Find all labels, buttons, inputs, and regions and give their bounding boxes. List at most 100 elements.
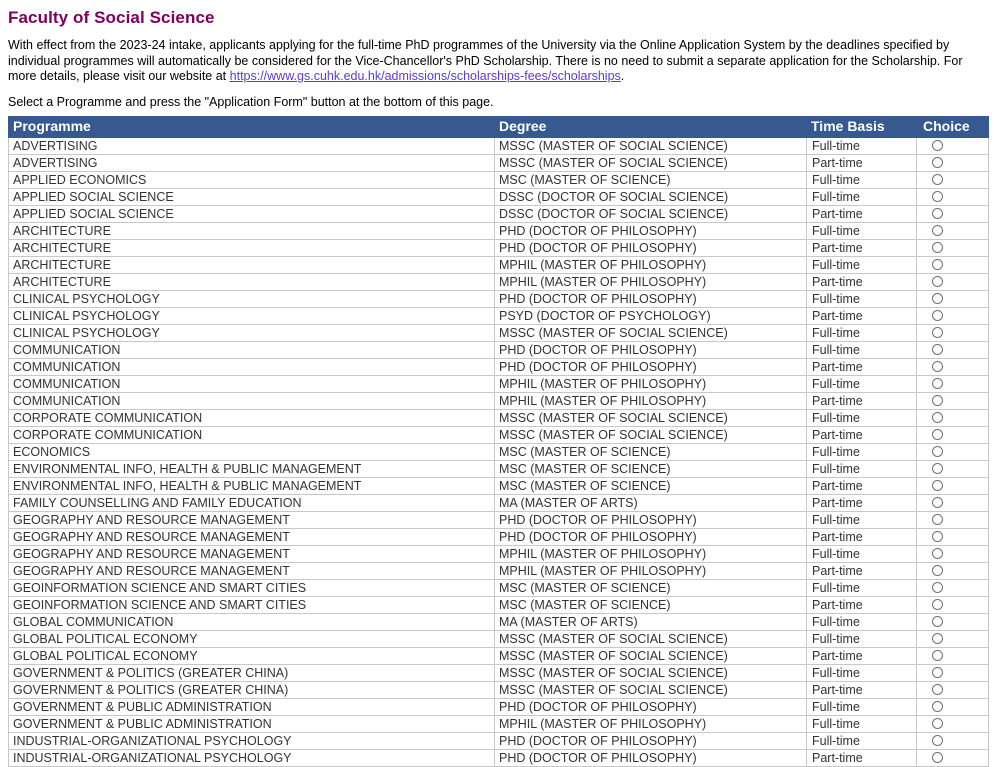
cell-choice bbox=[916, 528, 989, 547]
programme-radio-button[interactable] bbox=[932, 361, 943, 373]
cell-programme: ADVERTISING bbox=[8, 154, 495, 173]
cell-choice bbox=[916, 137, 989, 156]
cell-choice bbox=[916, 647, 989, 666]
cell-time-basis: Full-time bbox=[806, 460, 917, 479]
scholarships-link[interactable]: https://www.gs.cuhk.edu.hk/admissions/sc… bbox=[230, 69, 621, 83]
programme-radio-button[interactable] bbox=[932, 650, 943, 662]
programme-radio-button[interactable] bbox=[932, 140, 943, 152]
programme-radio-button[interactable] bbox=[932, 327, 943, 339]
programme-radio-button[interactable] bbox=[932, 174, 943, 186]
programme-radio-button[interactable] bbox=[932, 480, 943, 492]
programme-radio-button[interactable] bbox=[932, 735, 943, 747]
cell-choice bbox=[916, 698, 989, 717]
cell-choice bbox=[916, 256, 989, 275]
programme-radio-button[interactable] bbox=[932, 667, 943, 679]
programme-radio-button[interactable] bbox=[932, 242, 943, 254]
table-row: ENVIRONMENTAL INFO, HEALTH & PUBLIC MANA… bbox=[8, 477, 989, 496]
programme-radio-button[interactable] bbox=[932, 582, 943, 594]
programme-radio-button[interactable] bbox=[932, 684, 943, 696]
table-row: APPLIED SOCIAL SCIENCE DSSC (DOCTOR OF SO… bbox=[8, 205, 989, 224]
table-row: GOVERNMENT & POLITICS (GREATER CHINA) MSS… bbox=[8, 681, 989, 700]
programme-radio-button[interactable] bbox=[932, 599, 943, 611]
cell-degree: MPHIL (MASTER OF PHILOSOPHY) bbox=[494, 375, 807, 394]
cell-programme: ECONOMICS bbox=[8, 443, 495, 462]
cell-time-basis: Part-time bbox=[806, 426, 917, 445]
cell-time-basis: Part-time bbox=[806, 494, 917, 513]
cell-degree: MSC (MASTER OF SCIENCE) bbox=[494, 171, 807, 190]
table-row: CORPORATE COMMUNICATION MSSC (MASTER OF S… bbox=[8, 426, 989, 445]
cell-degree: MSC (MASTER OF SCIENCE) bbox=[494, 596, 807, 615]
cell-time-basis: Full-time bbox=[806, 222, 917, 241]
programme-radio-button[interactable] bbox=[932, 412, 943, 424]
cell-programme: ADVERTISING bbox=[8, 137, 495, 156]
table-row: GLOBAL POLITICAL ECONOMY MSSC (MASTER OF … bbox=[8, 630, 989, 649]
cell-time-basis: Full-time bbox=[806, 409, 917, 428]
programme-radio-button[interactable] bbox=[932, 259, 943, 271]
table-row: GEOINFORMATION SCIENCE AND SMART CITIES M… bbox=[8, 579, 989, 598]
programme-radio-button[interactable] bbox=[932, 157, 943, 169]
cell-degree: PSYD (DOCTOR OF PSYCHOLOGY) bbox=[494, 307, 807, 326]
cell-programme: GEOGRAPHY AND RESOURCE MANAGEMENT bbox=[8, 562, 495, 581]
programme-radio-button[interactable] bbox=[932, 752, 943, 764]
table-row: GEOINFORMATION SCIENCE AND SMART CITIES M… bbox=[8, 596, 989, 615]
cell-choice bbox=[916, 239, 989, 258]
cell-programme: APPLIED SOCIAL SCIENCE bbox=[8, 188, 495, 207]
cell-choice bbox=[916, 732, 989, 751]
programme-radio-button[interactable] bbox=[932, 191, 943, 203]
programme-radio-button[interactable] bbox=[932, 225, 943, 237]
cell-time-basis: Part-time bbox=[806, 154, 917, 173]
programme-radio-button[interactable] bbox=[932, 310, 943, 322]
cell-choice bbox=[916, 562, 989, 581]
programme-radio-button[interactable] bbox=[932, 378, 943, 390]
cell-programme: CORPORATE COMMUNICATION bbox=[8, 426, 495, 445]
cell-time-basis: Full-time bbox=[806, 545, 917, 564]
programme-radio-button[interactable] bbox=[932, 463, 943, 475]
cell-programme: GEOGRAPHY AND RESOURCE MANAGEMENT bbox=[8, 545, 495, 564]
programme-radio-button[interactable] bbox=[932, 429, 943, 441]
cell-time-basis: Full-time bbox=[806, 188, 917, 207]
cell-programme: GEOGRAPHY AND RESOURCE MANAGEMENT bbox=[8, 528, 495, 547]
cell-degree: MSSC (MASTER OF SOCIAL SCIENCE) bbox=[494, 664, 807, 683]
table-row: CLINICAL PSYCHOLOGY PHD (DOCTOR OF PHILOS… bbox=[8, 290, 989, 309]
cell-choice bbox=[916, 171, 989, 190]
programme-radio-button[interactable] bbox=[932, 446, 943, 458]
programme-radio-button[interactable] bbox=[932, 514, 943, 526]
programme-radio-button[interactable] bbox=[932, 395, 943, 407]
cell-time-basis: Part-time bbox=[806, 392, 917, 411]
programme-radio-button[interactable] bbox=[932, 497, 943, 509]
table-row: COMMUNICATION PHD (DOCTOR OF PHILOSOPHY) F… bbox=[8, 341, 989, 360]
cell-time-basis: Part-time bbox=[806, 596, 917, 615]
programme-radio-button[interactable] bbox=[932, 701, 943, 713]
cell-choice bbox=[916, 409, 989, 428]
cell-time-basis: Full-time bbox=[806, 290, 917, 309]
programme-radio-button[interactable] bbox=[932, 208, 943, 220]
cell-choice bbox=[916, 664, 989, 683]
cell-programme: GLOBAL COMMUNICATION bbox=[8, 613, 495, 632]
programme-radio-button[interactable] bbox=[932, 633, 943, 645]
cell-time-basis: Part-time bbox=[806, 477, 917, 496]
cell-programme: ARCHITECTURE bbox=[8, 222, 495, 241]
programme-radio-button[interactable] bbox=[932, 565, 943, 577]
cell-choice bbox=[916, 715, 989, 734]
page-container: Faculty of Social Science With effect fr… bbox=[0, 0, 994, 767]
programme-radio-button[interactable] bbox=[932, 293, 943, 305]
programme-radio-button[interactable] bbox=[932, 548, 943, 560]
programme-radio-button[interactable] bbox=[932, 718, 943, 730]
programme-radio-button[interactable] bbox=[932, 531, 943, 543]
cell-choice bbox=[916, 341, 989, 360]
cell-choice bbox=[916, 205, 989, 224]
table-row: CORPORATE COMMUNICATION MSSC (MASTER OF S… bbox=[8, 409, 989, 428]
table-row: COMMUNICATION MPHIL (MASTER OF PHILOSOPHY… bbox=[8, 375, 989, 394]
programme-radio-button[interactable] bbox=[932, 616, 943, 628]
cell-degree: MSC (MASTER OF SCIENCE) bbox=[494, 460, 807, 479]
cell-time-basis: Part-time bbox=[806, 528, 917, 547]
table-row: ARCHITECTURE MPHIL (MASTER OF PHILOSOPHY)… bbox=[8, 273, 989, 292]
table-row: GLOBAL POLITICAL ECONOMY MSSC (MASTER OF … bbox=[8, 647, 989, 666]
cell-choice bbox=[916, 494, 989, 513]
table-row: ARCHITECTURE MPHIL (MASTER OF PHILOSOPHY)… bbox=[8, 256, 989, 275]
cell-time-basis: Full-time bbox=[806, 511, 917, 530]
programme-radio-button[interactable] bbox=[932, 276, 943, 288]
programme-radio-button[interactable] bbox=[932, 344, 943, 356]
cell-choice bbox=[916, 358, 989, 377]
cell-degree: PHD (DOCTOR OF PHILOSOPHY) bbox=[494, 290, 807, 309]
